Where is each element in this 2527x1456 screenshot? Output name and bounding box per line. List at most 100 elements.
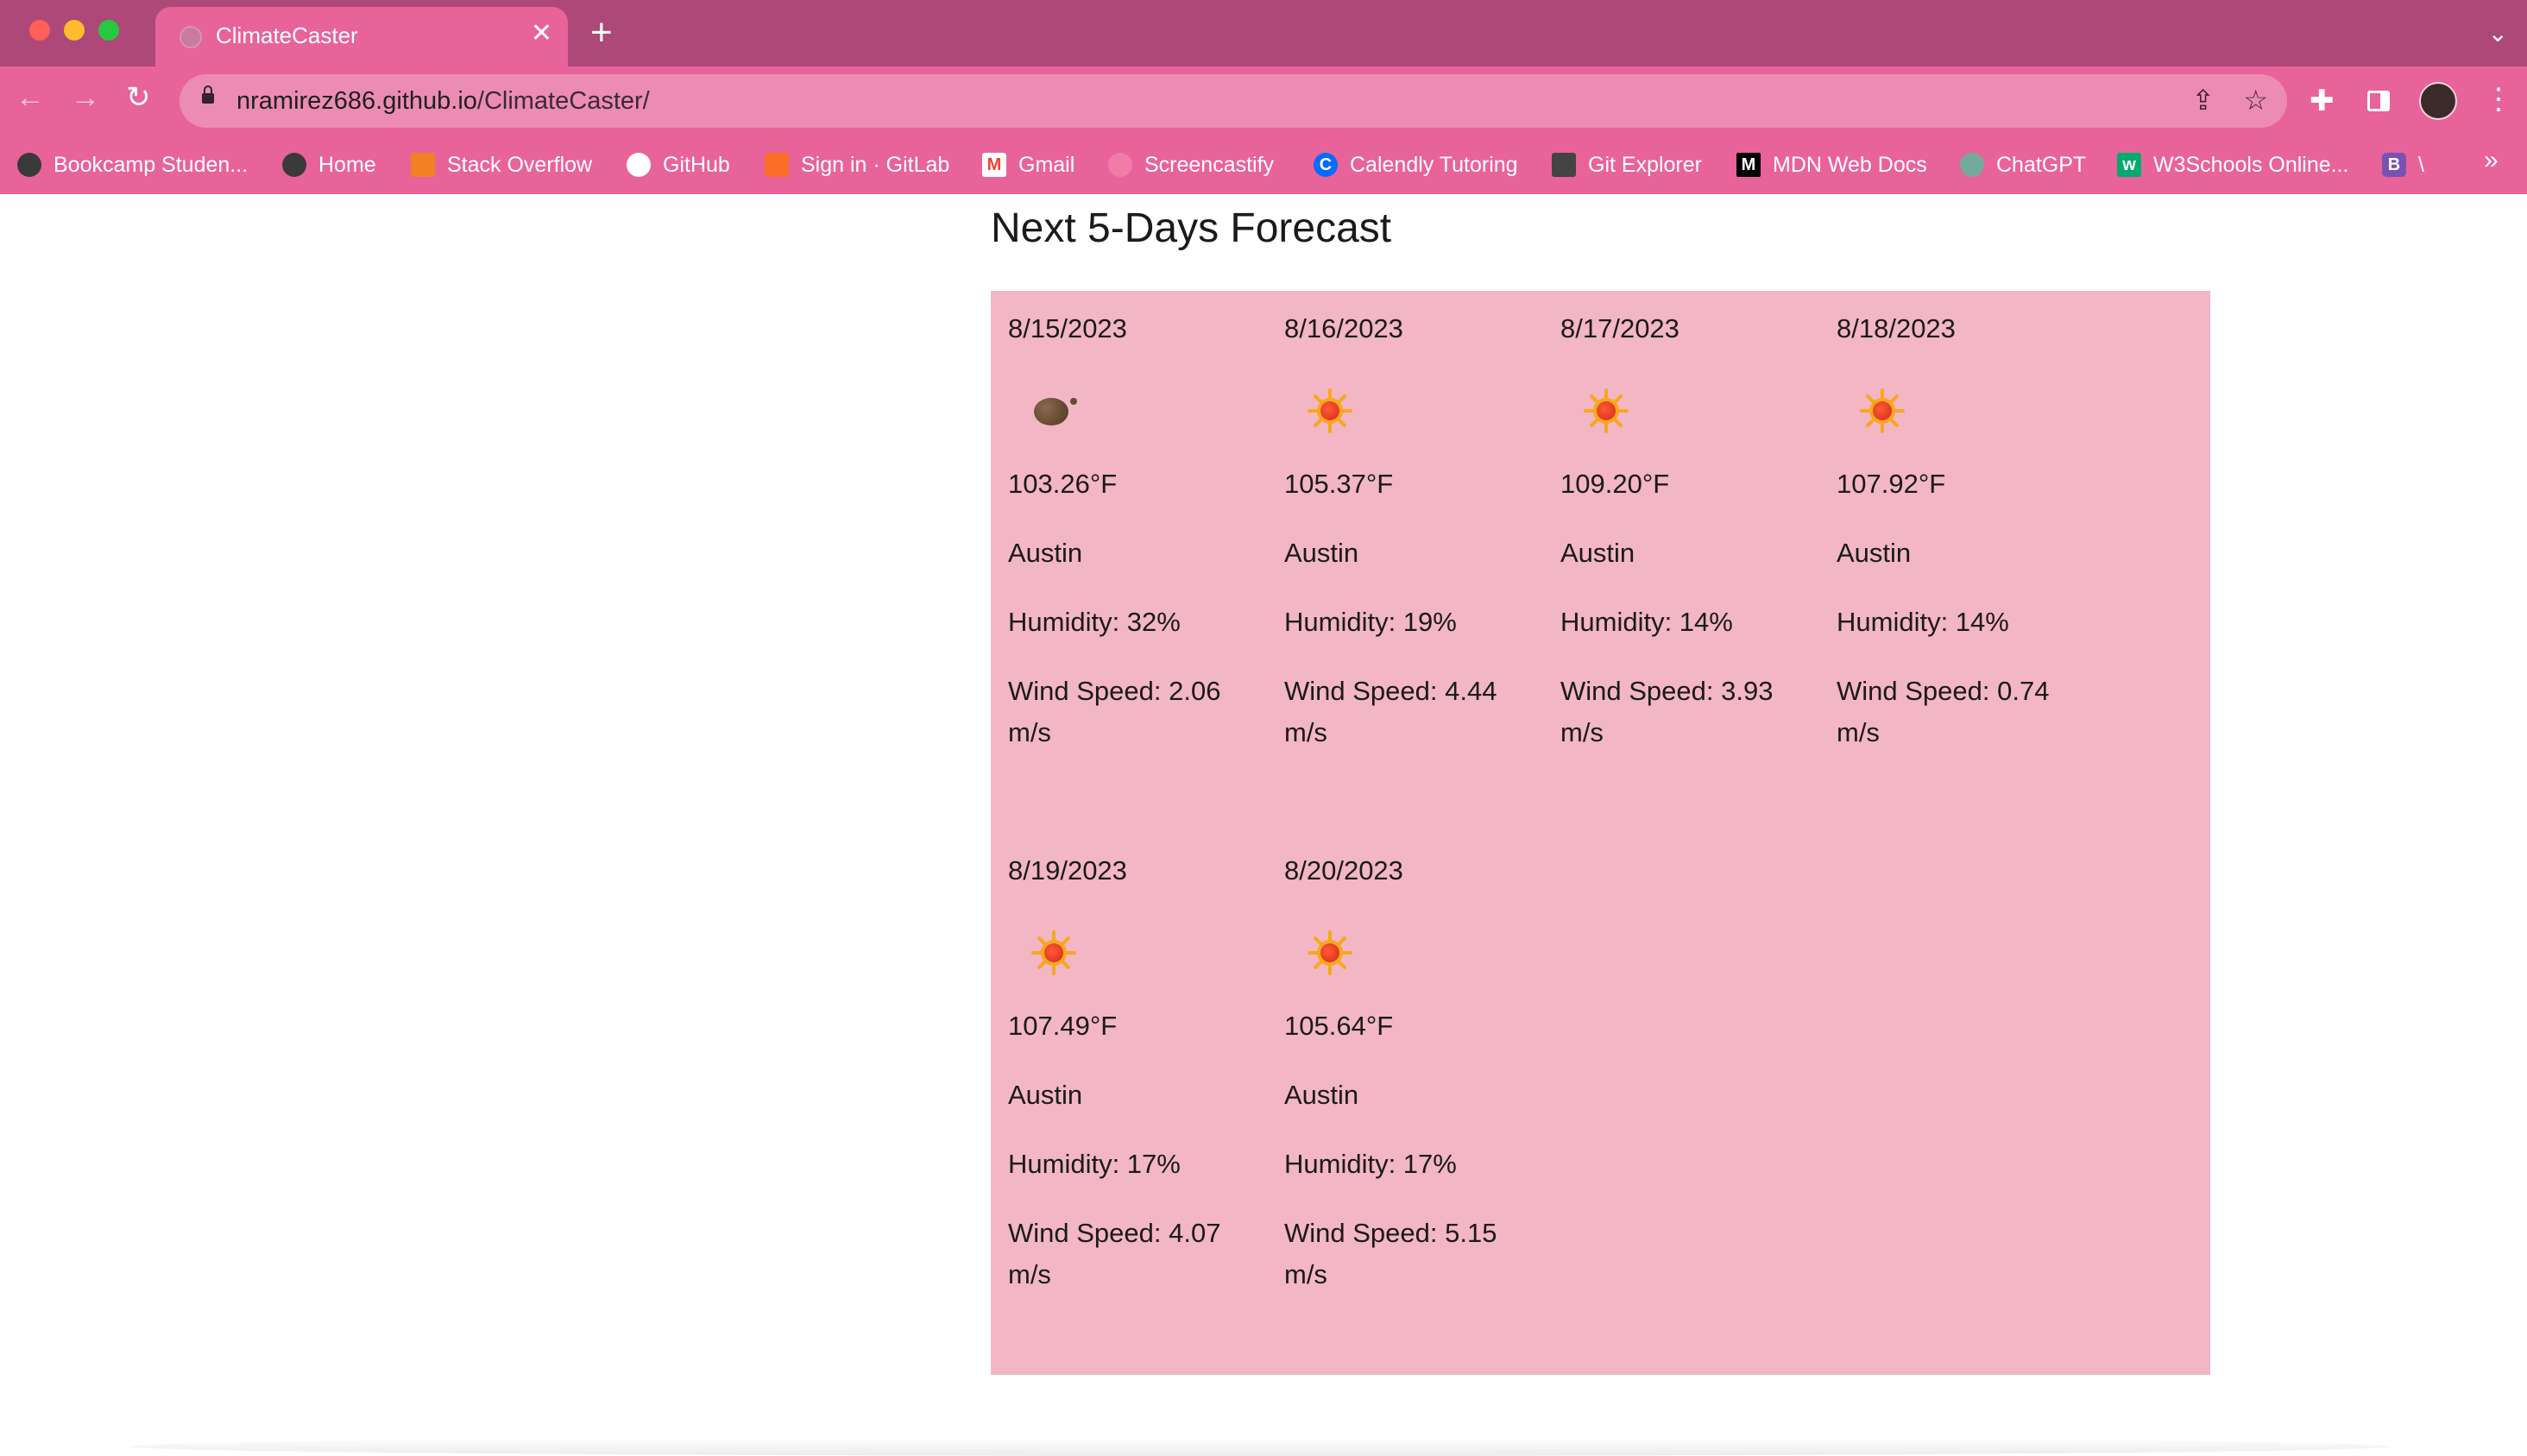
scroll-shadow xyxy=(129,1437,2391,1456)
forecast-temperature: 107.92°F xyxy=(1837,469,1946,499)
bookmarks-overflow-chevron-icon[interactable]: » xyxy=(2484,146,2499,175)
bootstrap-icon: B xyxy=(2382,153,2406,177)
screencastify-icon xyxy=(1108,153,1132,177)
bookmark-label: Stack Overflow xyxy=(447,152,593,177)
forecast-heading: Next 5-Days Forecast xyxy=(991,205,1392,251)
calendly-icon: C xyxy=(1314,153,1338,177)
forecast-city: Austin xyxy=(1560,538,1635,568)
forecast-humidity: Humidity: 19% xyxy=(1284,607,1457,637)
url-path: /ClimateCaster/ xyxy=(476,87,650,115)
sun-icon xyxy=(1859,388,1906,434)
forward-arrow-icon[interactable]: → xyxy=(71,80,100,115)
git-explorer-icon xyxy=(1552,153,1576,177)
bookmark-stack-overflow[interactable]: Stack Overflow xyxy=(411,149,592,180)
forecast-temperature: 103.26°F xyxy=(1008,469,1118,499)
bookmark-bookcamp[interactable]: Bookcamp Studen... xyxy=(17,149,248,180)
sun-icon xyxy=(1307,388,1353,434)
bookmark-home[interactable]: Home xyxy=(282,149,376,180)
forecast-humidity: Humidity: 14% xyxy=(1837,607,2009,637)
tab-climatecaster[interactable]: ClimateCaster ✕ xyxy=(155,7,568,66)
bookmark-w3schools[interactable]: w W3Schools Online... xyxy=(2117,149,2349,180)
bookmark-gitlab[interactable]: Sign in · GitLab xyxy=(765,149,949,180)
forecast-city: Austin xyxy=(1008,538,1083,568)
close-window-button[interactable] xyxy=(29,20,50,41)
bookmark-label: Screencastify xyxy=(1144,152,1275,177)
forecast-humidity: Humidity: 14% xyxy=(1560,607,1733,637)
bookmark-star-icon[interactable]: ☆ xyxy=(2243,85,2268,116)
maximize-window-button[interactable] xyxy=(98,20,119,41)
bookmark-label: Gmail xyxy=(1018,152,1075,177)
share-icon[interactable]: ⇪ xyxy=(2191,85,2215,116)
back-arrow-icon[interactable]: ← xyxy=(16,80,45,115)
sun-icon xyxy=(1030,930,1077,976)
close-tab-icon[interactable]: ✕ xyxy=(531,19,552,48)
forecast-humidity: Humidity: 32% xyxy=(1008,607,1181,637)
globe-icon xyxy=(17,153,41,177)
mdn-icon: M xyxy=(1736,153,1761,177)
globe-icon xyxy=(282,153,306,177)
reload-icon[interactable]: ↻ xyxy=(126,80,151,115)
forecast-wind-speed: Wind Speed: 0.74 m/s xyxy=(1837,676,2050,747)
bookmark-label: Bookcamp Studen... xyxy=(54,152,249,177)
profile-avatar[interactable] xyxy=(2419,82,2457,120)
bookmark-label: Git Explorer xyxy=(1588,152,1702,177)
bookmark-label: \ xyxy=(2418,152,2424,177)
new-tab-button[interactable]: + xyxy=(590,12,613,54)
forecast-wind-speed: Wind Speed: 3.93 m/s xyxy=(1560,676,1774,747)
bookmark-label: Calendly Tutoring xyxy=(1350,152,1518,177)
bookmark-bootstrap[interactable]: B \ xyxy=(2382,149,2424,180)
forecast-city: Austin xyxy=(1008,1080,1083,1110)
bookmark-label: W3Schools Online... xyxy=(2153,152,2349,177)
bookmark-calendly[interactable]: C Calendly Tutoring xyxy=(1314,149,1518,180)
gmail-icon: M xyxy=(982,153,1006,177)
page-viewport: Next 5-Days Forecast 8/15/2023 103.26°F … xyxy=(0,194,2527,1456)
forecast-temperature: 105.37°F xyxy=(1284,469,1394,499)
forecast-temperature: 105.64°F xyxy=(1284,1011,1394,1041)
forecast-humidity: Humidity: 17% xyxy=(1008,1149,1181,1179)
moon-icon xyxy=(1030,388,1077,434)
globe-icon xyxy=(180,26,202,48)
bookmark-label: Sign in · GitLab xyxy=(801,152,950,177)
bookmark-git-explorer[interactable]: Git Explorer xyxy=(1552,149,1702,180)
bookmark-label: ChatGPT xyxy=(1996,152,2087,177)
extensions-puzzle-icon[interactable]: ✚ xyxy=(2310,84,2335,118)
github-icon xyxy=(627,153,651,177)
forecast-humidity: Humidity: 17% xyxy=(1284,1149,1457,1179)
bookmark-label: Home xyxy=(318,152,376,177)
bookmark-screencastify[interactable]: Screencastify xyxy=(1108,149,1274,180)
url-text[interactable]: nramirez686.github.io/ClimateCaster/ xyxy=(236,87,650,116)
bookmark-github[interactable]: GitHub xyxy=(627,149,730,180)
tab-search-chevron-icon[interactable]: ⌄ xyxy=(2488,19,2508,47)
side-panel-icon[interactable] xyxy=(2367,91,2390,111)
forecast-temperature: 107.49°F xyxy=(1008,1011,1118,1041)
kebab-menu-icon[interactable]: ⋮ xyxy=(2484,82,2513,117)
bookmark-gmail[interactable]: M Gmail xyxy=(982,149,1074,180)
tab-title: ClimateCaster xyxy=(216,22,358,48)
forecast-wind-speed: Wind Speed: 2.06 m/s xyxy=(1008,676,1221,747)
forecast-wind-speed: Wind Speed: 4.44 m/s xyxy=(1284,676,1497,747)
stackoverflow-icon xyxy=(411,153,435,177)
forecast-date: 8/15/2023 xyxy=(1008,313,1127,344)
sun-icon xyxy=(1583,388,1629,434)
address-bar[interactable]: nramirez686.github.io/ClimateCaster/ ⇪ ☆ xyxy=(180,74,2287,128)
minimize-window-button[interactable] xyxy=(64,20,85,41)
forecast-date: 8/16/2023 xyxy=(1284,313,1403,344)
w3schools-icon: w xyxy=(2117,153,2141,177)
forecast-temperature: 109.20°F xyxy=(1560,469,1670,499)
bookmark-mdn[interactable]: M MDN Web Docs xyxy=(1736,149,1927,180)
bookmark-label: GitHub xyxy=(663,152,730,177)
forecast-date: 8/19/2023 xyxy=(1008,855,1127,886)
forecast-date: 8/20/2023 xyxy=(1284,855,1403,886)
chatgpt-icon xyxy=(1960,153,1984,177)
forecast-wind-speed: Wind Speed: 5.15 m/s xyxy=(1284,1218,1497,1289)
bookmark-chatgpt[interactable]: ChatGPT xyxy=(1960,149,2086,180)
forecast-date: 8/18/2023 xyxy=(1837,313,1956,344)
lock-icon[interactable] xyxy=(202,85,214,104)
bookmarks-bar: Bookcamp Studen... Home Stack Overflow G… xyxy=(0,136,2527,194)
forecast-city: Austin xyxy=(1284,538,1359,568)
forecast-date: 8/17/2023 xyxy=(1560,313,1679,344)
forecast-city: Austin xyxy=(1284,1080,1359,1110)
tab-strip: ClimateCaster ✕ + ⌄ xyxy=(0,0,2527,66)
forecast-city: Austin xyxy=(1837,538,1912,568)
bookmark-label: MDN Web Docs xyxy=(1773,152,1927,177)
